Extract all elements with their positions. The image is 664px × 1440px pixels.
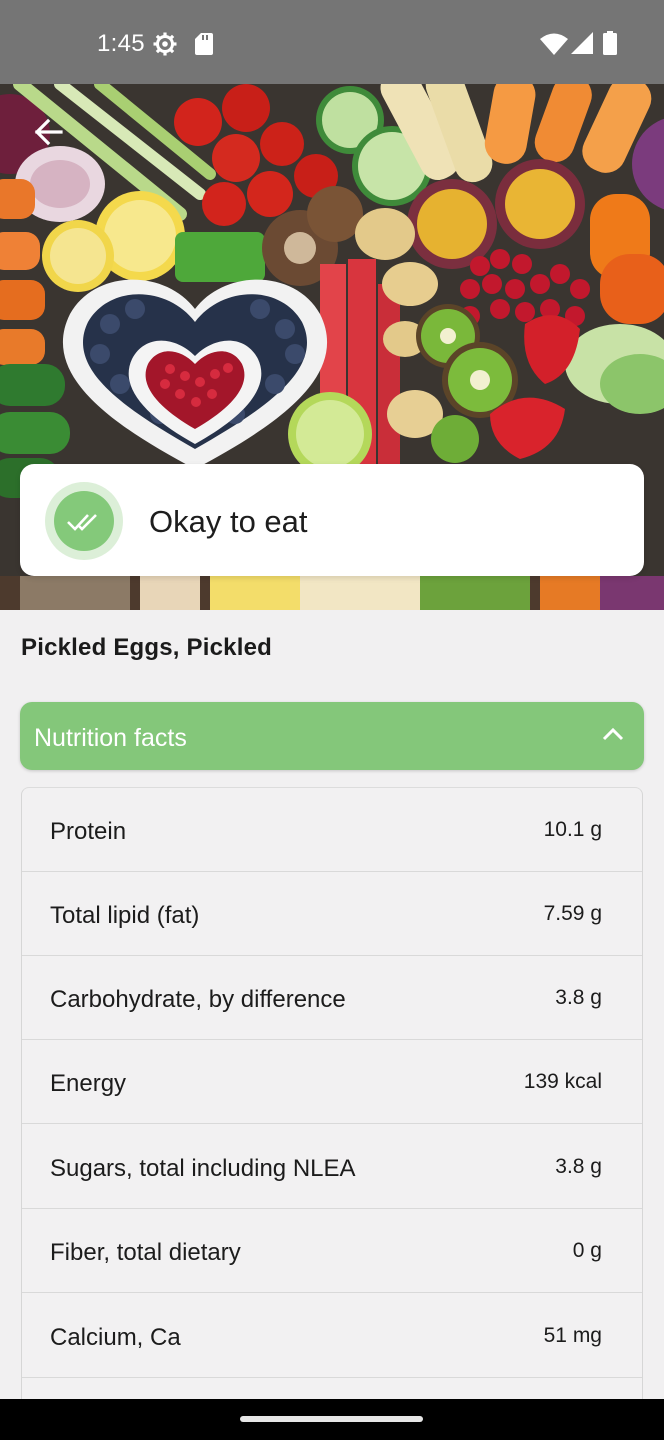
nutrition-table: Protein 10.1 g Total lipid (fat) 7.59 g … xyxy=(21,787,643,1407)
nutrient-value: 7.59 g xyxy=(543,902,602,925)
status-label: Okay to eat xyxy=(149,504,308,539)
nutrition-row-calcium: Calcium, Ca 51 mg xyxy=(22,1294,642,1378)
nutrient-name: Carbohydrate, by difference xyxy=(50,986,346,1013)
nutrition-row-sugars: Sugars, total including NLEA 3.8 g xyxy=(22,1125,642,1209)
nutrient-name: Protein xyxy=(50,818,127,845)
home-gesture-handle[interactable] xyxy=(240,1416,423,1422)
nutrient-name: Calcium, Ca xyxy=(50,1324,181,1351)
double-check-icon xyxy=(67,514,97,531)
back-button[interactable] xyxy=(28,112,68,152)
status-bar: 1:45 xyxy=(0,0,664,84)
wifi-icon xyxy=(540,33,568,60)
status-indicator xyxy=(45,482,123,560)
food-name: Pickled Eggs, Pickled xyxy=(21,634,272,661)
signal-icon xyxy=(571,32,593,59)
nutrition-row-protein: Protein 10.1 g xyxy=(22,788,642,872)
nutrition-facts-title: Nutrition facts xyxy=(34,724,187,752)
nutrient-value: 139 kcal xyxy=(523,1070,602,1093)
nutrition-facts-toggle[interactable]: Nutrition facts xyxy=(20,702,644,770)
nutrient-name: Fiber, total dietary xyxy=(50,1239,241,1266)
nutrient-name: Total lipid (fat) xyxy=(50,902,200,929)
arrow-left-icon xyxy=(34,118,63,146)
nutrient-name: Energy xyxy=(50,1070,127,1097)
nutrient-value: 3.8 g xyxy=(555,986,602,1009)
safety-status-card: Okay to eat xyxy=(20,464,644,576)
nutrient-value: 10.1 g xyxy=(543,818,602,841)
nutrition-row-carbohydrate: Carbohydrate, by difference 3.8 g xyxy=(22,956,642,1040)
sd-card-icon xyxy=(195,33,213,60)
nutrient-value: 0 g xyxy=(572,1239,602,1262)
nutrient-name: Sugars, total including NLEA xyxy=(50,1155,356,1182)
chevron-up-icon xyxy=(602,726,624,747)
gear-icon xyxy=(153,32,177,61)
status-time: 1:45 xyxy=(97,30,145,57)
nutrition-row-fiber: Fiber, total dietary 0 g xyxy=(22,1209,642,1293)
nutrient-value: 3.8 g xyxy=(555,1155,602,1178)
system-navigation-bar xyxy=(0,1399,664,1440)
nutrient-value: 51 mg xyxy=(543,1324,602,1347)
battery-icon xyxy=(603,31,617,60)
nutrition-row-energy: Energy 139 kcal xyxy=(22,1040,642,1124)
nutrition-row-fat: Total lipid (fat) 7.59 g xyxy=(22,872,642,956)
